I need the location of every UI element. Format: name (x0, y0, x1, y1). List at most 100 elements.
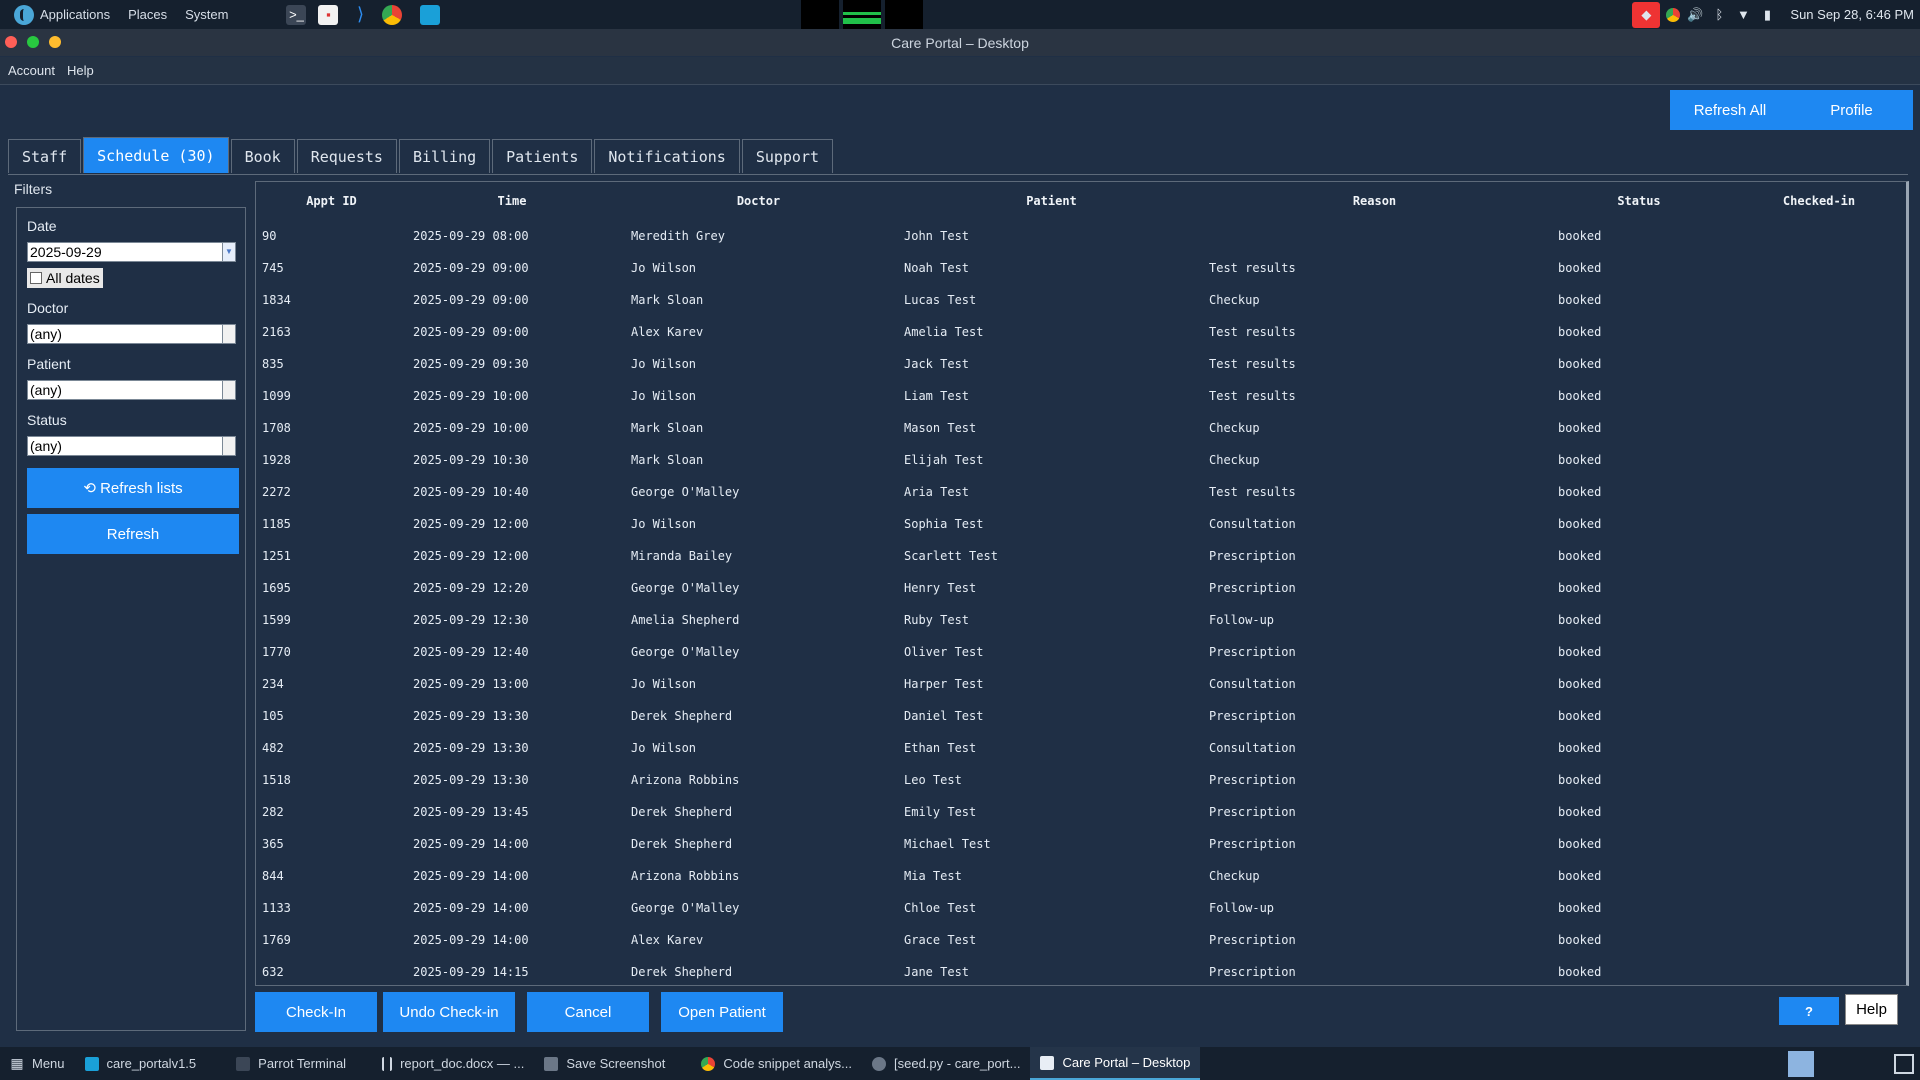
refresh-lists-button[interactable]: ⟲ Refresh lists (27, 468, 239, 508)
tab-patients[interactable]: Patients (492, 139, 593, 173)
battery-icon[interactable]: ▮ (1758, 6, 1776, 24)
col-header-time[interactable]: Time (407, 182, 617, 220)
help-button[interactable]: Help (1845, 994, 1898, 1025)
system-menu[interactable]: System (185, 7, 228, 22)
table-row[interactable]: 282 2025-09-29 13:45 Derek Shepherd Emily T… (256, 796, 1906, 828)
cell-time: 2025-09-29 09:00 (413, 261, 529, 275)
table-row[interactable]: 1518 2025-09-29 13:30 Arizona Robbins Leo T… (256, 764, 1906, 796)
task-care-portal-folder[interactable]: care_portalv1.5 (75, 1047, 207, 1080)
wifi-icon[interactable]: ▼ (1734, 6, 1752, 24)
task-code-snippet[interactable]: Code snippet analys... (691, 1047, 862, 1080)
col-header-patient[interactable]: Patient (900, 182, 1203, 220)
table-row[interactable]: 482 2025-09-29 13:30 Jo Wilson Ethan Test Co… (256, 732, 1906, 764)
table-row[interactable]: 2272 2025-09-29 10:40 George O'Malley Aria … (256, 476, 1906, 508)
table-row[interactable]: 835 2025-09-29 09:30 Jo Wilson Jack Test Tes… (256, 348, 1906, 380)
chrome-icon[interactable] (382, 4, 403, 25)
cell-patient: Jane Test (904, 965, 970, 979)
undo-check-in-button[interactable]: Undo Check-in (383, 992, 515, 1032)
chrome-icon (701, 1056, 716, 1071)
table-row[interactable]: 1928 2025-09-29 10:30 Mark Sloan Elijah Tes… (256, 444, 1906, 476)
menu-account[interactable]: Account (8, 63, 55, 78)
cell-status: booked (1558, 677, 1602, 691)
taskbar-menu[interactable]: ▦ Menu (0, 1047, 75, 1080)
question-button[interactable]: ? (1779, 997, 1839, 1025)
col-header-appt-id[interactable]: Appt ID (256, 182, 407, 220)
check-in-button[interactable]: Check-In (255, 992, 377, 1032)
chevron-down-icon[interactable]: ▼ (222, 243, 235, 261)
chevron-down-icon[interactable] (222, 325, 235, 343)
tab-billing[interactable]: Billing (398, 139, 491, 173)
files-icon[interactable] (420, 4, 441, 25)
table-row[interactable]: 632 2025-09-29 14:15 Derek Shepherd Jane Te… (256, 956, 1906, 985)
tab-schedule[interactable]: Schedule (30) (83, 137, 229, 173)
status-select[interactable]: (any) (27, 436, 236, 456)
col-header-reason[interactable]: Reason (1203, 182, 1546, 220)
all-dates-checkbox[interactable]: All dates (27, 268, 103, 288)
cell-appt-id: 1769 (262, 933, 291, 947)
volume-icon[interactable]: 🔊 (1686, 6, 1704, 24)
cell-appt-id: 90 (262, 229, 277, 243)
table-row[interactable]: 234 2025-09-29 13:00 Jo Wilson Harper Test C… (256, 668, 1906, 700)
cell-appt-id: 482 (262, 741, 284, 755)
terminal-icon[interactable]: >_ (286, 4, 307, 25)
tab-support[interactable]: Support (741, 139, 834, 173)
tab-book[interactable]: Book (230, 139, 295, 173)
table-row[interactable]: 1695 2025-09-29 12:20 George O'Malley Henry… (256, 572, 1906, 604)
parrot-logo-icon[interactable] (14, 4, 34, 25)
menu-help[interactable]: Help (67, 63, 94, 78)
bluetooth-icon[interactable]: ᛒ (1710, 6, 1728, 24)
cell-status: booked (1558, 357, 1602, 371)
cell-status: booked (1558, 485, 1602, 499)
document-viewer-icon[interactable]: ▪ (318, 4, 339, 25)
profile-button[interactable]: Profile (1790, 90, 1913, 130)
task-seed-py[interactable]: [seed.py - care_port... (862, 1047, 1030, 1080)
table-row[interactable]: 1251 2025-09-29 12:00 Miranda Bailey Scarle… (256, 540, 1906, 572)
table-row[interactable]: 105 2025-09-29 13:30 Derek Shepherd Daniel … (256, 700, 1906, 732)
table-row[interactable]: 365 2025-09-29 14:00 Derek Shepherd Michael… (256, 828, 1906, 860)
refresh-button[interactable]: Refresh (27, 514, 239, 554)
task-care-portal-window[interactable]: Care Portal – Desktop (1030, 1047, 1201, 1080)
cell-appt-id: 234 (262, 677, 284, 691)
table-row[interactable]: 1133 2025-09-29 14:00 George O'Malley Chloe… (256, 892, 1906, 924)
task-parrot-terminal[interactable]: Parrot Terminal (226, 1047, 356, 1080)
table-row[interactable]: 1834 2025-09-29 09:00 Mark Sloan Lucas Test… (256, 284, 1906, 316)
task-save-screenshot[interactable]: Save Screenshot (534, 1047, 675, 1080)
open-patient-button[interactable]: Open Patient (661, 992, 783, 1032)
doctor-select[interactable]: (any) (27, 324, 236, 344)
chevron-down-icon[interactable] (222, 381, 235, 399)
table-row[interactable]: 1770 2025-09-29 12:40 George O'Malley Olive… (256, 636, 1906, 668)
places-menu[interactable]: Places (128, 7, 167, 22)
date-select[interactable]: 2025-09-29 ▼ (27, 242, 236, 262)
table-row[interactable]: 90 2025-09-29 08:00 Meredith Grey John Test… (256, 220, 1906, 252)
show-desktop-icon[interactable] (1894, 1053, 1914, 1074)
schedule-table-container[interactable]: Appt ID Time Doctor Patient Reason Statu… (255, 181, 1909, 986)
patient-select[interactable]: (any) (27, 380, 236, 400)
window-title-bar: Care Portal – Desktop (0, 29, 1920, 56)
col-header-doctor[interactable]: Doctor (617, 182, 900, 220)
refresh-all-button[interactable]: Refresh All (1670, 90, 1790, 130)
workspace-switcher-icon[interactable] (1788, 1050, 1814, 1077)
table-row[interactable]: 1599 2025-09-29 12:30 Amelia Shepherd Ruby … (256, 604, 1906, 636)
cell-time: 2025-09-29 10:30 (413, 453, 529, 467)
applications-menu[interactable]: Applications (40, 7, 110, 22)
task-report-doc[interactable]: report_doc.docx — ... (372, 1047, 534, 1080)
tab-requests[interactable]: Requests (296, 139, 397, 173)
cancel-button[interactable]: Cancel (527, 992, 649, 1032)
table-row[interactable]: 1099 2025-09-29 10:00 Jo Wilson Liam Test Te… (256, 380, 1906, 412)
table-row[interactable]: 2163 2025-09-29 09:00 Alex Karev Amelia Tes… (256, 316, 1906, 348)
col-header-checked-in[interactable]: Checked-in (1732, 182, 1906, 220)
anydesk-icon[interactable]: ◆ (1632, 1, 1661, 28)
tab-notifications[interactable]: Notifications (594, 139, 740, 173)
table-row[interactable]: 844 2025-09-29 14:00 Arizona Robbins Mia Te… (256, 860, 1906, 892)
table-row[interactable]: 1708 2025-09-29 10:00 Mark Sloan Mason Test… (256, 412, 1906, 444)
table-row[interactable]: 1769 2025-09-29 14:00 Alex Karev Grace Test… (256, 924, 1906, 956)
table-row[interactable]: 745 2025-09-29 09:00 Jo Wilson Noah Test Tes… (256, 252, 1906, 284)
col-header-status[interactable]: Status (1546, 182, 1732, 220)
tab-staff[interactable]: Staff (8, 139, 82, 173)
table-row[interactable]: 1185 2025-09-29 12:00 Jo Wilson Sophia Test… (256, 508, 1906, 540)
checkbox-icon[interactable] (30, 272, 42, 284)
chevron-down-icon[interactable] (222, 437, 235, 455)
chrome-tray-icon[interactable] (1666, 7, 1681, 22)
vscode-icon[interactable]: ⟩ (350, 4, 370, 25)
clock[interactable]: Sun Sep 28, 6:46 PM (1790, 7, 1914, 22)
